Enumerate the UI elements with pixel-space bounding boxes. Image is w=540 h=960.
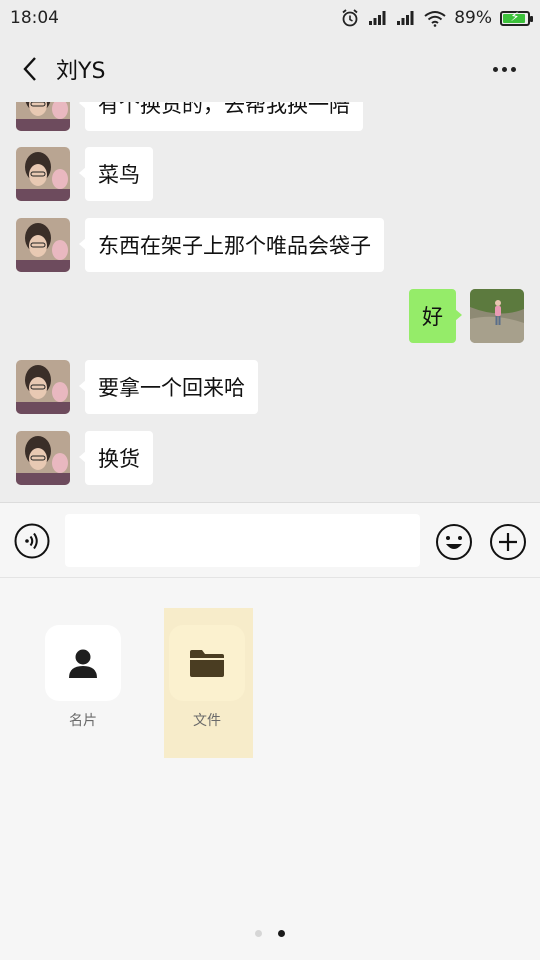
message-row: 菜鸟 [0, 147, 540, 201]
avatar[interactable] [16, 147, 70, 201]
alarm-icon [340, 8, 360, 28]
message-row: 要拿一个回来哈 [0, 360, 540, 414]
tile-icon-box [45, 625, 121, 701]
panel-item-label: 名片 [69, 713, 97, 729]
panel-item-file[interactable]: 文件 [162, 625, 252, 730]
plus-button[interactable] [489, 523, 527, 561]
message-bubble[interactable]: 菜鸟 [79, 147, 153, 201]
status-bar: 18:04 89% ⚡ [0, 0, 540, 36]
message-bubble[interactable]: 要拿一个回来哈 [79, 360, 258, 414]
message-bubble[interactable]: 换货 [79, 431, 153, 485]
input-bar [0, 502, 540, 578]
message-bubble[interactable]: 东西在架子上那个唯品会袋子 [79, 218, 384, 272]
panel-item-label: 文件 [193, 713, 221, 729]
message-row: 有个换货的，去帮我换一陪 [0, 102, 540, 131]
attachment-panel: 名片 文件 [0, 578, 540, 960]
tile-icon-box [169, 625, 245, 701]
message-row: 东西在架子上那个唯品会袋子 [0, 218, 540, 272]
back-button[interactable] [16, 49, 44, 89]
battery-icon: ⚡ [500, 10, 533, 26]
battery-percent: 89% [454, 8, 492, 28]
chat-header: 刘YS [0, 36, 540, 102]
avatar[interactable] [16, 218, 70, 272]
message-row: 好 [0, 289, 540, 343]
page-dot[interactable] [255, 930, 262, 937]
avatar[interactable] [16, 431, 70, 485]
signal-icon [396, 10, 416, 26]
page-title: 刘YS [56, 59, 106, 84]
emoji-icon [436, 524, 472, 560]
voice-icon [14, 523, 50, 559]
emoji-button[interactable] [435, 523, 473, 561]
page-indicator [0, 930, 540, 937]
signal-icon [368, 10, 388, 26]
message-bubble-outgoing[interactable]: 好 [409, 289, 462, 343]
message-list[interactable]: 有个换货的，去帮我换一陪 菜鸟 东西在架子上那个唯品会袋子 好 要拿一个回来哈 … [0, 102, 540, 502]
avatar[interactable] [16, 102, 70, 131]
avatar[interactable] [470, 289, 524, 343]
message-bubble[interactable]: 有个换货的，去帮我换一陪 [79, 102, 363, 131]
voice-button[interactable] [14, 523, 50, 559]
folder-icon [190, 650, 224, 677]
status-time: 18:04 [10, 8, 59, 28]
plus-icon [490, 524, 526, 560]
panel-item-contact-card[interactable]: 名片 [38, 625, 128, 730]
status-icons: 89% ⚡ [340, 8, 533, 28]
more-button[interactable] [484, 49, 524, 89]
chevron-left-icon [23, 57, 36, 81]
avatar[interactable] [16, 360, 70, 414]
more-dots-icon [492, 66, 498, 72]
person-icon [69, 649, 97, 678]
message-row: 换货 [0, 431, 540, 485]
page-dot-active[interactable] [278, 930, 285, 937]
message-input[interactable] [65, 514, 420, 567]
wifi-icon [424, 10, 446, 27]
